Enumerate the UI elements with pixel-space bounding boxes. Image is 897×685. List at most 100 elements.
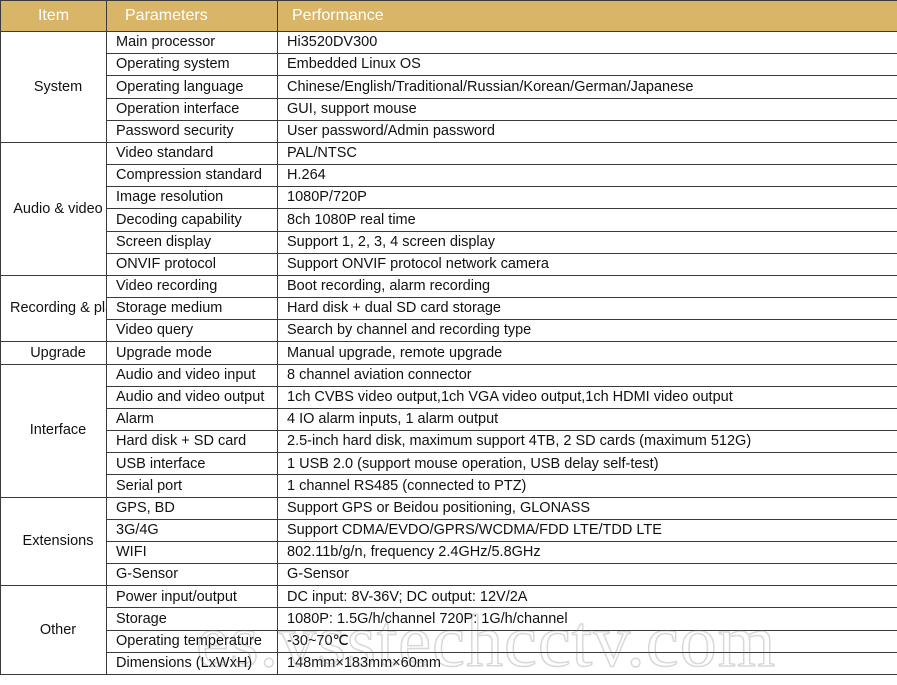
table-row: Audio and video output1ch CVBS video out… bbox=[1, 386, 897, 408]
table-header: Item Parameters Performance bbox=[1, 1, 897, 32]
parameter-cell: Password security bbox=[107, 120, 278, 142]
performance-cell: Hi3520DV300 bbox=[278, 32, 897, 54]
table-row: WIFI802.11b/g/n, frequency 2.4GHz/5.8GHz bbox=[1, 541, 897, 563]
table-row: Operating languageChinese/English/Tradit… bbox=[1, 76, 897, 98]
table-row: Screen displaySupport 1, 2, 3, 4 screen … bbox=[1, 231, 897, 253]
item-category-cell: Audio & video bbox=[1, 142, 107, 275]
parameter-cell: Audio and video input bbox=[107, 364, 278, 386]
parameter-cell: Decoding capability bbox=[107, 209, 278, 231]
performance-cell: User password/Admin password bbox=[278, 120, 897, 142]
parameter-cell: Image resolution bbox=[107, 187, 278, 209]
table-row: InterfaceAudio and video input8 channel … bbox=[1, 364, 897, 386]
table-row: Dimensions (LxWxH)148mm×183mm×60mm bbox=[1, 652, 897, 674]
table-row: Hard disk + SD card2.5-inch hard disk, m… bbox=[1, 431, 897, 453]
performance-cell: 1ch CVBS video output,1ch VGA video outp… bbox=[278, 386, 897, 408]
item-category-cell: Interface bbox=[1, 364, 107, 497]
parameter-cell: ONVIF protocol bbox=[107, 253, 278, 275]
performance-cell: 1080P/720P bbox=[278, 187, 897, 209]
performance-cell: 2.5-inch hard disk, maximum support 4TB,… bbox=[278, 431, 897, 453]
performance-cell: 8 channel aviation connector bbox=[278, 364, 897, 386]
parameter-cell: G-Sensor bbox=[107, 564, 278, 586]
table-row: Compression standardH.264 bbox=[1, 165, 897, 187]
performance-cell: Support ONVIF protocol network camera bbox=[278, 253, 897, 275]
table-row: USB interface1 USB 2.0 (support mouse op… bbox=[1, 453, 897, 475]
item-category-cell: Upgrade bbox=[1, 342, 107, 364]
parameter-cell: Storage bbox=[107, 608, 278, 630]
table-row: Storage mediumHard disk + dual SD card s… bbox=[1, 298, 897, 320]
table-row: Video querySearch by channel and recordi… bbox=[1, 320, 897, 342]
parameter-cell: Operation interface bbox=[107, 98, 278, 120]
table-row: OtherPower input/outputDC input: 8V-36V;… bbox=[1, 586, 897, 608]
table-row: Decoding capability8ch 1080P real time bbox=[1, 209, 897, 231]
parameter-cell: Compression standard bbox=[107, 165, 278, 187]
performance-cell: Support 1, 2, 3, 4 screen display bbox=[278, 231, 897, 253]
performance-cell: PAL/NTSC bbox=[278, 142, 897, 164]
column-header-performance: Performance bbox=[278, 1, 897, 32]
item-category-cell: Recording & playback bbox=[1, 275, 107, 342]
performance-cell: Search by channel and recording type bbox=[278, 320, 897, 342]
table-row: Storage1080P: 1.5G/h/channel 720P: 1G/h/… bbox=[1, 608, 897, 630]
performance-cell: G-Sensor bbox=[278, 564, 897, 586]
performance-cell: DC input: 8V-36V; DC output: 12V/2A bbox=[278, 586, 897, 608]
performance-cell: GUI, support mouse bbox=[278, 98, 897, 120]
table-row: Operating temperature-30~70℃ bbox=[1, 630, 897, 652]
table-row: SystemMain processorHi3520DV300 bbox=[1, 32, 897, 54]
parameter-cell: Audio and video output bbox=[107, 386, 278, 408]
table-row: Alarm4 IO alarm inputs, 1 alarm output bbox=[1, 408, 897, 430]
parameter-cell: Main processor bbox=[107, 32, 278, 54]
table-body: SystemMain processorHi3520DV300Operating… bbox=[1, 32, 897, 675]
table-row: Recording & playbackVideo recordingBoot … bbox=[1, 275, 897, 297]
table-row: Operation interfaceGUI, support mouse bbox=[1, 98, 897, 120]
performance-cell: Chinese/English/Traditional/Russian/Kore… bbox=[278, 76, 897, 98]
parameter-cell: WIFI bbox=[107, 541, 278, 563]
item-category-cell: System bbox=[1, 32, 107, 143]
column-header-parameters: Parameters bbox=[107, 1, 278, 32]
performance-cell: -30~70℃ bbox=[278, 630, 897, 652]
parameter-cell: Operating temperature bbox=[107, 630, 278, 652]
parameter-cell: GPS, BD bbox=[107, 497, 278, 519]
table-row: Audio & videoVideo standardPAL/NTSC bbox=[1, 142, 897, 164]
performance-cell: Support GPS or Beidou positioning, GLONA… bbox=[278, 497, 897, 519]
parameter-cell: USB interface bbox=[107, 453, 278, 475]
performance-cell: Embedded Linux OS bbox=[278, 54, 897, 76]
performance-cell: 1080P: 1.5G/h/channel 720P: 1G/h/channel bbox=[278, 608, 897, 630]
parameter-cell: Screen display bbox=[107, 231, 278, 253]
parameter-cell: Hard disk + SD card bbox=[107, 431, 278, 453]
table-row: Password securityUser password/Admin pas… bbox=[1, 120, 897, 142]
parameter-cell: Alarm bbox=[107, 408, 278, 430]
specification-table: Item Parameters Performance SystemMain p… bbox=[0, 0, 897, 675]
parameter-cell: Video query bbox=[107, 320, 278, 342]
performance-cell: Support CDMA/EVDO/GPRS/WCDMA/FDD LTE/TDD… bbox=[278, 519, 897, 541]
item-category-cell: Extensions bbox=[1, 497, 107, 586]
parameter-cell: Power input/output bbox=[107, 586, 278, 608]
parameter-cell: Operating system bbox=[107, 54, 278, 76]
parameter-cell: Serial port bbox=[107, 475, 278, 497]
performance-cell: 1 USB 2.0 (support mouse operation, USB … bbox=[278, 453, 897, 475]
table-row: UpgradeUpgrade modeManual upgrade, remot… bbox=[1, 342, 897, 364]
performance-cell: 8ch 1080P real time bbox=[278, 209, 897, 231]
performance-cell: 4 IO alarm inputs, 1 alarm output bbox=[278, 408, 897, 430]
performance-cell: Manual upgrade, remote upgrade bbox=[278, 342, 897, 364]
parameter-cell: Dimensions (LxWxH) bbox=[107, 652, 278, 674]
table-row: 3G/4GSupport CDMA/EVDO/GPRS/WCDMA/FDD LT… bbox=[1, 519, 897, 541]
column-header-item: Item bbox=[1, 1, 107, 32]
performance-cell: 1 channel RS485 (connected to PTZ) bbox=[278, 475, 897, 497]
parameter-cell: Video standard bbox=[107, 142, 278, 164]
performance-cell: H.264 bbox=[278, 165, 897, 187]
performance-cell: Hard disk + dual SD card storage bbox=[278, 298, 897, 320]
table-row: Image resolution1080P/720P bbox=[1, 187, 897, 209]
parameter-cell: Video recording bbox=[107, 275, 278, 297]
item-category-cell: Other bbox=[1, 586, 107, 675]
table-header-row: Item Parameters Performance bbox=[1, 1, 897, 32]
parameter-cell: 3G/4G bbox=[107, 519, 278, 541]
table-row: Serial port1 channel RS485 (connected to… bbox=[1, 475, 897, 497]
performance-cell: Boot recording, alarm recording bbox=[278, 275, 897, 297]
table-row: ExtensionsGPS, BDSupport GPS or Beidou p… bbox=[1, 497, 897, 519]
performance-cell: 148mm×183mm×60mm bbox=[278, 652, 897, 674]
parameter-cell: Storage medium bbox=[107, 298, 278, 320]
parameter-cell: Operating language bbox=[107, 76, 278, 98]
parameter-cell: Upgrade mode bbox=[107, 342, 278, 364]
specification-table-container: Item Parameters Performance SystemMain p… bbox=[0, 0, 897, 675]
table-row: G-SensorG-Sensor bbox=[1, 564, 897, 586]
table-row: ONVIF protocolSupport ONVIF protocol net… bbox=[1, 253, 897, 275]
